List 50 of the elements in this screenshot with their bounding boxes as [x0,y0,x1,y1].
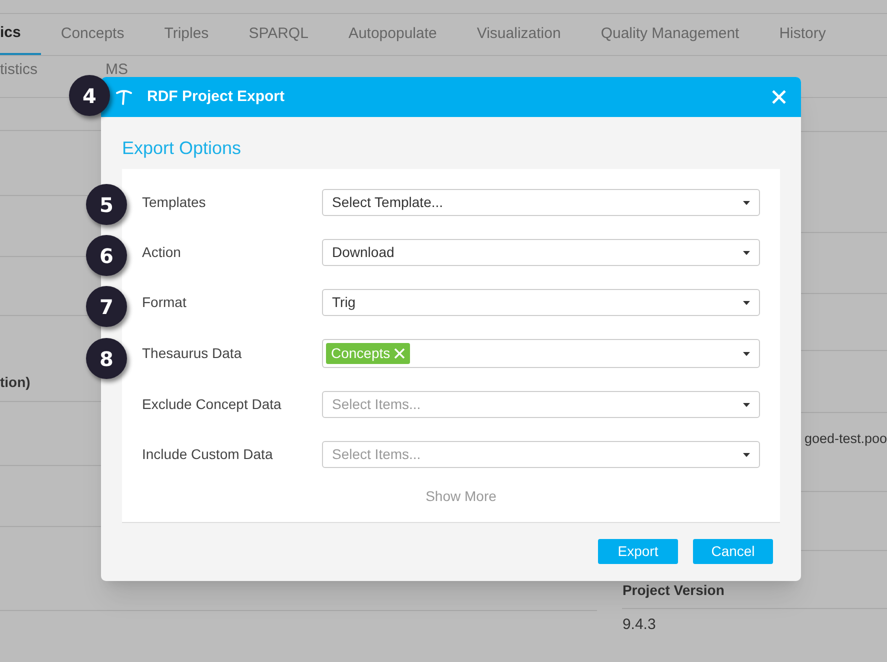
placeholder-text: Select Items... [332,445,421,464]
field-label: Exclude Concept Data [142,395,282,414]
dialog-button[interactable]: Cancel [693,539,773,564]
field-value: goed-test.poo [804,430,887,448]
caret-icon [743,402,750,406]
nav-tab[interactable]: ics [0,14,41,55]
section-heading: Project Version [622,581,724,600]
field-label: Templates [142,193,207,212]
tag-chip: Concepts [326,343,410,364]
dialog-title: RDF Project Export [147,86,286,107]
select-field[interactable]: Trig [322,289,760,316]
section-title: Export Options [122,137,242,160]
step-badge: 7 [86,286,127,327]
nav-tab[interactable]: SPARQL [228,14,328,55]
select-value: Trig [332,293,356,312]
section-heading: tion) [0,373,30,392]
field-value: 9.4.3 [622,614,656,635]
nav-tab[interactable]: Autopopulate [328,14,457,55]
close-button[interactable] [771,89,787,105]
nav-tab[interactable]: Quality Management [580,14,760,55]
step-badge: 8 [86,338,127,379]
select-field[interactable]: Select Items... [322,441,760,468]
nav-tab[interactable]: Concepts [40,14,144,55]
placeholder-text: Select Items... [332,395,421,414]
select-value: Select Template... [332,193,444,212]
sub-tab[interactable]: tistics [0,59,38,82]
show-more-link[interactable]: Show More [426,486,496,507]
step-badge: 4 [69,75,110,116]
select-value: Download [332,243,394,262]
caret-icon [743,250,750,254]
remove-icon[interactable] [394,348,406,359]
field-label: Include Custom Data [142,445,274,464]
nav-tab[interactable]: Triples [144,14,229,55]
field-label: Action [142,243,182,262]
select-field[interactable]: Download [322,239,760,266]
field-label: Format [142,293,188,312]
caret-icon [743,300,750,304]
caret-icon [743,200,750,204]
field-label: Thesaurus Data [142,344,243,363]
nav-tab[interactable]: Visualization [456,14,581,55]
nav-tab[interactable]: History [759,14,846,55]
select-field[interactable]: Concepts [322,339,760,368]
select-field[interactable]: Select Items... [322,391,760,418]
pickaxe-icon [115,88,133,106]
dialog-button[interactable]: Export [598,539,678,564]
step-badge: 6 [86,235,127,276]
caret-icon [743,452,750,456]
step-badge: 5 [86,184,127,225]
caret-icon [743,352,750,356]
select-field[interactable]: Select Template... [322,189,760,216]
